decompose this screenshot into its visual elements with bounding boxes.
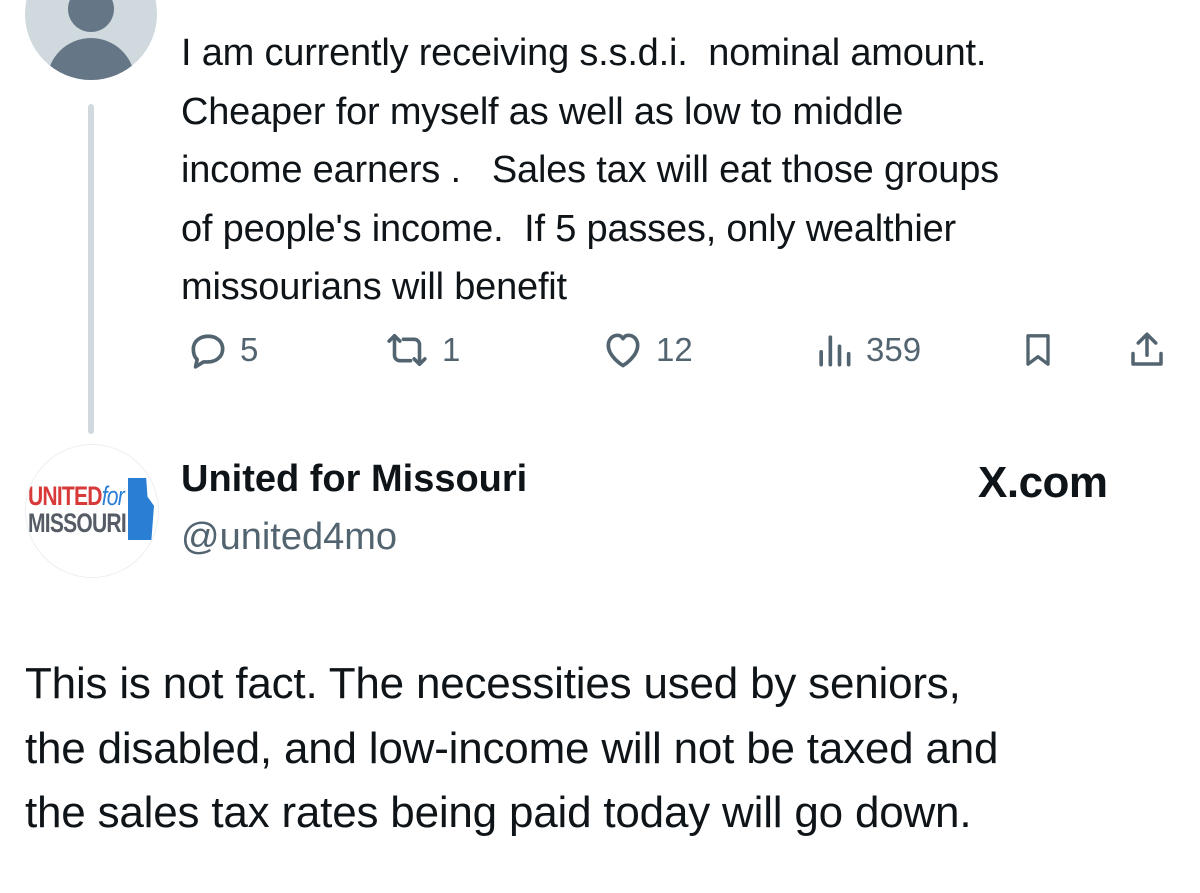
repost-icon (382, 328, 432, 372)
repost-count: 1 (442, 331, 461, 368)
avatar-head-shape (68, 0, 114, 32)
display-name[interactable]: United for Missouri (181, 458, 527, 501)
user-handle[interactable]: @united4mo (181, 516, 397, 559)
like-button[interactable]: 12 (600, 322, 693, 378)
thread-connector-line (88, 104, 94, 434)
more-options-icon[interactable] (1060, 0, 1110, 8)
bookmark-button[interactable] (1018, 322, 1058, 378)
reply-tweet-text: This is not fact. The necessities used b… (25, 659, 999, 837)
bookmark-icon (1018, 328, 1058, 372)
reply-count: 5 (240, 331, 259, 368)
tweet-action-bar: 5 1 12 359 (0, 322, 1200, 378)
avatar-body-shape (47, 38, 135, 80)
share-button[interactable] (1126, 322, 1168, 378)
share-icon (1126, 328, 1168, 372)
like-count: 12 (656, 331, 693, 368)
views-button[interactable]: 359 (812, 322, 921, 378)
views-icon (812, 328, 856, 372)
x-com-watermark: X.com (978, 458, 1108, 507)
avatar[interactable] (25, 0, 157, 80)
tweet-text: I am currently receiving s.s.d.i. nomina… (181, 32, 999, 308)
like-icon (600, 328, 646, 372)
views-count: 359 (866, 331, 922, 368)
reply-icon (186, 328, 230, 372)
united-for-missouri-logo: UNITEDfor MISSOURI (28, 481, 127, 538)
reply-button[interactable]: 5 (186, 322, 258, 378)
repost-button[interactable]: 1 (382, 322, 460, 378)
